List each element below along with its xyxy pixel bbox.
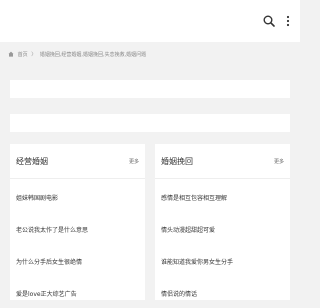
article-link[interactable]: 姐妹韩国剧电影: [16, 195, 58, 202]
breadcrumb-path: 婚姻挽回,经营婚姻,婚姻挽回,失恋挽救,婚姻问题: [39, 52, 147, 58]
article-list: 感情是相互包容相互理解 情头动漫超甜超可爱 谁能知道我爱你男女生分手 情侣说的情…: [155, 180, 290, 308]
card-title: 婚姻挽回: [161, 157, 193, 166]
list-item[interactable]: 爱是love正大综艺广告: [10, 276, 145, 308]
card-header: 婚姻挽回 更多: [155, 144, 290, 179]
list-item[interactable]: 感情是相互包容相互理解: [155, 180, 290, 212]
more-link[interactable]: 更多: [129, 158, 139, 165]
article-link[interactable]: 感情是相互包容相互理解: [161, 195, 227, 202]
menu-icon[interactable]: [284, 15, 292, 27]
list-item[interactable]: 老公说我太作了是什么意思: [10, 212, 145, 244]
list-item[interactable]: 姐妹韩国剧电影: [10, 180, 145, 212]
search-icon[interactable]: [262, 14, 276, 28]
card-title: 经营婚姻: [16, 157, 48, 166]
card-marriage-management: 经营婚姻 更多 姐妹韩国剧电影 老公说我太作了是什么意思 为什么分手后女生很绝情…: [10, 144, 145, 300]
article-link[interactable]: 爱是love正大综艺广告: [16, 291, 77, 298]
content-bar: [10, 114, 290, 132]
content-bar: [10, 80, 290, 98]
card-header: 经营婚姻 更多: [10, 144, 145, 179]
more-link[interactable]: 更多: [274, 158, 284, 165]
breadcrumb-separator: 〉: [31, 52, 37, 58]
article-link[interactable]: 谁能知道我爱你男女生分手: [161, 259, 233, 266]
breadcrumb: 首页 〉 婚姻挽回,经营婚姻,婚姻挽回,失恋挽救,婚姻问题: [8, 50, 146, 60]
list-item[interactable]: 情侣说的情话: [155, 276, 290, 308]
breadcrumb-home-link[interactable]: 首页: [18, 52, 28, 58]
top-bar: [0, 0, 300, 42]
list-item[interactable]: 为什么分手后女生很绝情: [10, 244, 145, 276]
article-link[interactable]: 情头动漫超甜超可爱: [161, 227, 215, 234]
card-marriage-recovery: 婚姻挽回 更多 感情是相互包容相互理解 情头动漫超甜超可爱 谁能知道我爱你男女生…: [155, 144, 290, 300]
article-link[interactable]: 情侣说的情话: [161, 291, 197, 298]
article-link[interactable]: 老公说我太作了是什么意思: [16, 227, 88, 234]
list-item[interactable]: 谁能知道我爱你男女生分手: [155, 244, 290, 276]
list-item[interactable]: 情头动漫超甜超可爱: [155, 212, 290, 244]
home-icon: [8, 51, 14, 57]
article-link[interactable]: 为什么分手后女生很绝情: [16, 259, 82, 266]
article-list: 姐妹韩国剧电影 老公说我太作了是什么意思 为什么分手后女生很绝情 爱是love正…: [10, 180, 145, 308]
